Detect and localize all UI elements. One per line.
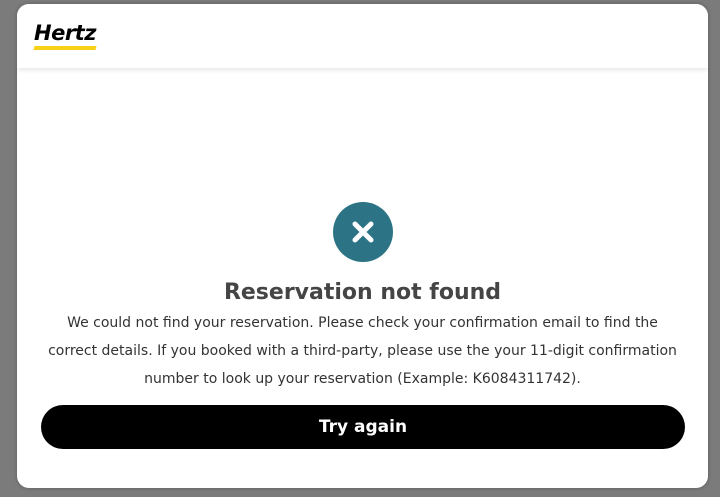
logo-underline [33, 46, 97, 50]
error-title: Reservation not found [223, 280, 502, 305]
reservation-error-dialog: Hertz Reservation not found We could not… [17, 4, 708, 488]
close-icon [352, 221, 374, 243]
error-message: We could not find your reservation. Plea… [48, 315, 677, 387]
try-again-button[interactable]: Try again [41, 405, 685, 449]
hertz-logo: Hertz [33, 21, 97, 52]
error-circle-icon [333, 202, 393, 262]
dialog-header: Hertz [17, 4, 708, 68]
logo-text: Hertz [34, 21, 96, 45]
